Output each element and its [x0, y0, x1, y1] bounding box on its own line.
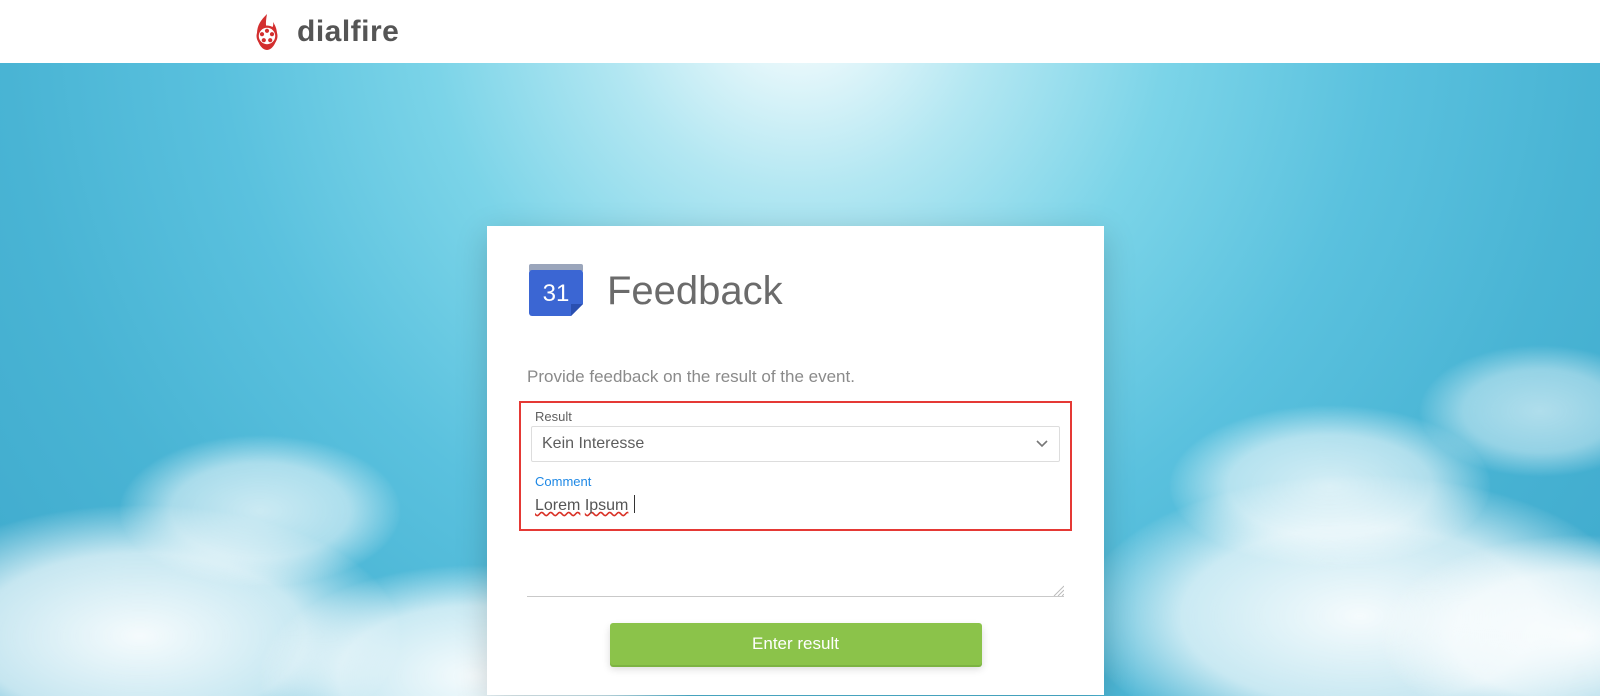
result-select-value: Kein Interesse — [542, 435, 644, 453]
brand[interactable]: dialfire — [247, 12, 399, 52]
card-header: 31 Feedback — [527, 260, 1064, 323]
resize-handle-icon[interactable] — [1052, 584, 1064, 596]
feedback-card: 31 Feedback Provide feedback on the resu… — [487, 226, 1104, 695]
svg-text:31: 31 — [543, 280, 570, 307]
comment-input[interactable]: Lorem Ipsum — [531, 489, 1060, 519]
comment-field: Comment Lorem Ipsum — [531, 474, 1060, 519]
result-label: Result — [531, 409, 1060, 424]
highlighted-form-area: Result Kein Interesse Comment Lorem — [519, 401, 1072, 531]
card-title: Feedback — [607, 269, 783, 314]
calendar-icon: 31 — [527, 260, 585, 323]
enter-result-button[interactable]: Enter result — [610, 623, 982, 665]
top-bar: dialfire — [0, 0, 1600, 63]
comment-label: Comment — [531, 474, 1060, 489]
comment-textarea[interactable] — [527, 541, 1064, 597]
cloud-decoration — [120, 436, 400, 586]
result-field: Result Kein Interesse — [531, 409, 1060, 462]
brand-name: dialfire — [297, 15, 399, 49]
comment-word: Lorem — [535, 497, 580, 514]
comment-word: Ipsum — [585, 497, 629, 514]
chevron-down-icon — [1036, 435, 1048, 453]
dialfire-logo-icon — [247, 12, 287, 52]
text-caret — [634, 495, 635, 513]
result-select[interactable]: Kein Interesse — [531, 426, 1060, 462]
card-description: Provide feedback on the result of the ev… — [527, 367, 1064, 387]
background: 31 Feedback Provide feedback on the resu… — [0, 63, 1600, 696]
